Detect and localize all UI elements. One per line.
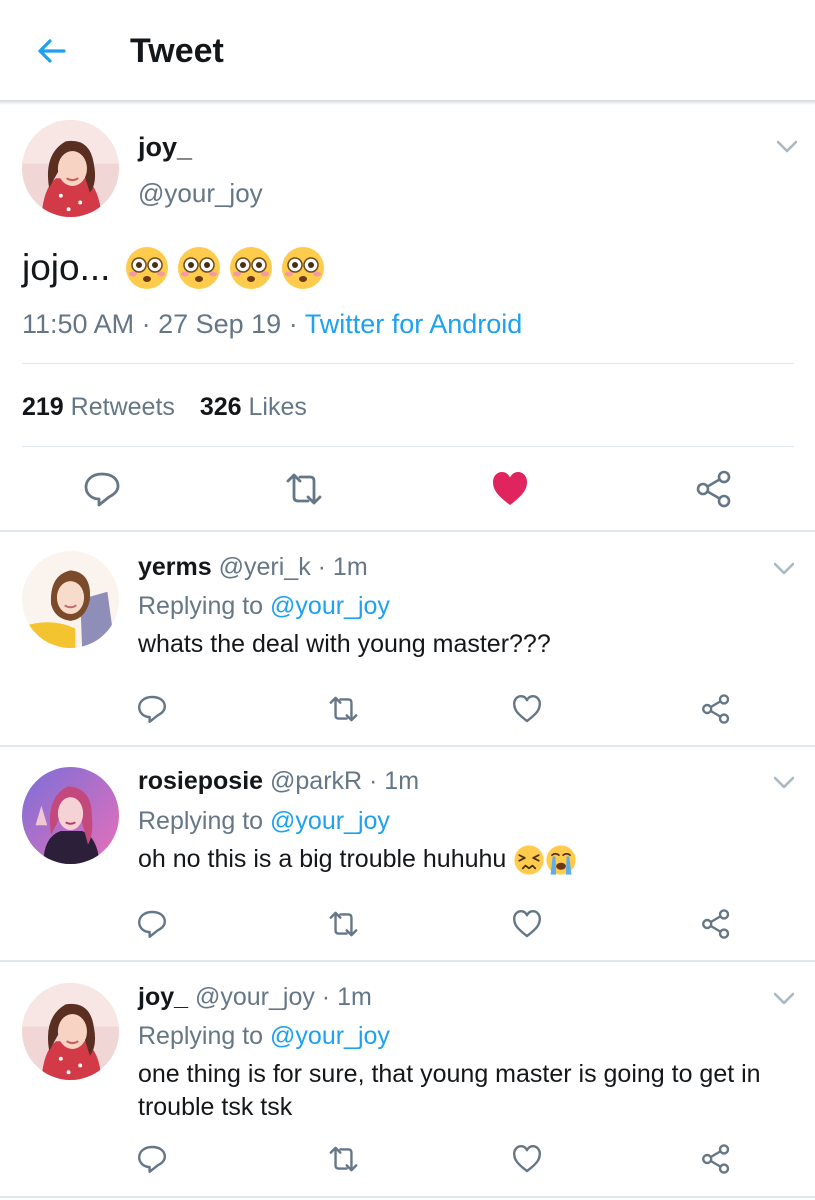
chevron-down-icon[interactable] [776,140,798,154]
share-icon[interactable] [700,908,732,940]
reply-text-body: oh no this is a big trouble huhuhu [138,845,514,873]
meta-separator: · [134,309,159,339]
flushed-face-icon [282,247,325,289]
replying-prefix: Replying to [138,807,271,835]
reply-header: joy_ @your_joy · 1m [138,981,372,1013]
reply-time: · 1m [314,983,372,1011]
replying-prefix: Replying to [138,1022,271,1050]
reply-icon[interactable] [136,693,168,725]
reply-header: yerms @yeri_k · 1m [138,551,368,583]
retweet-icon[interactable] [326,1143,361,1175]
share-icon[interactable] [694,469,734,509]
retweet-count: 219 [22,393,64,421]
header-shadow [0,100,815,105]
replying-to: Replying to @your_joy [138,805,390,837]
loudly-crying-face-icon [546,845,576,875]
display-name[interactable]: yerms [138,553,212,581]
divider [22,363,794,364]
avatar[interactable]: ​ [22,551,119,648]
reply-icon[interactable] [136,908,168,940]
chevron-down-icon[interactable] [773,992,795,1006]
share-icon[interactable] [700,693,732,725]
flushed-face-icon [126,247,169,289]
replying-prefix: Replying to [138,592,271,620]
user-handle[interactable]: @parkR [270,767,362,795]
persevering-face-icon [514,845,544,875]
tweet-text: jojo... [22,244,326,292]
avatar[interactable] [22,767,119,864]
tweet-date: 27 Sep 19 [158,309,282,339]
reply-time: · 1m [310,553,368,581]
top-bar: Tweet [0,0,815,102]
reply-icon[interactable] [82,469,122,509]
retweet-icon[interactable] [282,469,326,509]
reply-icon[interactable] [136,1143,168,1175]
user-handle[interactable]: @yeri_k [219,553,311,581]
heart-icon[interactable] [511,693,543,725]
display-name[interactable]: joy_ [138,130,192,164]
likes-stat[interactable]: 326 Likes [200,393,307,421]
user-handle[interactable]: @your_joy [138,176,263,210]
replying-to-handle[interactable]: @your_joy [270,807,390,835]
divider [22,446,794,447]
page-title: Tweet [130,32,224,70]
replying-to: Replying to @your_joy [138,1020,390,1052]
divider [0,960,815,962]
heart-filled-icon[interactable] [490,469,530,509]
retweets-stat[interactable]: 219 Retweets [22,393,175,421]
reply-text: one thing is for sure, that young master… [138,1060,761,1121]
reply-header: rosieposie @parkR · 1m [138,765,419,797]
divider [0,745,815,747]
chevron-down-icon[interactable] [773,562,795,576]
tweet-stats: 219 Retweets 326 Likes [22,390,307,424]
display-name[interactable]: rosieposie [138,767,263,795]
tweet-text-body: jojo... [22,247,111,288]
heart-icon[interactable] [511,1143,543,1175]
like-count: 326 [199,393,242,421]
retweet-icon[interactable] [326,693,361,725]
user-handle[interactable]: @your_joy [195,983,315,1011]
retweet-label: Retweets [70,393,175,421]
display-name[interactable]: joy_ [138,983,188,1011]
replying-to: Replying to @your_joy [138,590,390,622]
tweet-meta: 11:50 AM · 27 Sep 19 · Twitter for Andro… [22,306,522,342]
heart-icon[interactable] [511,908,543,940]
avatar[interactable] [22,983,119,1080]
meta-separator: · [281,309,305,339]
flushed-face-icon [178,247,221,289]
replying-to-handle[interactable]: @your_joy [270,1022,390,1050]
flushed-face-icon [230,247,273,289]
replying-to-handle[interactable]: @your_joy [270,592,390,620]
arrow-left-icon[interactable] [30,30,72,72]
avatar[interactable] [22,120,119,217]
tweet-source-link[interactable]: Twitter for Android [305,309,523,339]
divider [0,530,815,532]
reply-text: oh no this is a big trouble huhuhu [138,843,798,876]
like-label: Likes [248,393,307,421]
reply-text: whats the deal with young master??? [138,630,551,658]
reply-time: · 1m [362,767,420,795]
chevron-down-icon[interactable] [773,776,795,790]
share-icon[interactable] [700,1143,732,1175]
tweet-time: 11:50 AM [22,309,135,339]
divider [0,1196,815,1198]
retweet-icon[interactable] [326,908,361,940]
